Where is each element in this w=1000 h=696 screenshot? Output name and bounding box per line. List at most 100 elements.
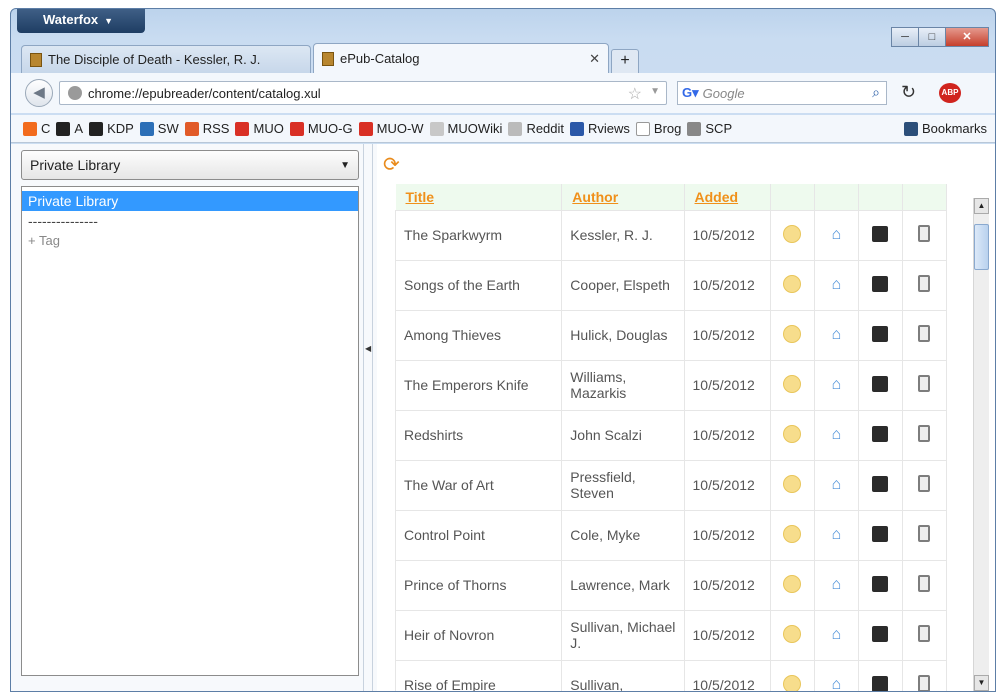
tag-button[interactable]: ⌂ xyxy=(813,609,859,661)
table-row[interactable]: Songs of the Earth Cooper, Elspeth 10/5/20… xyxy=(394,259,948,311)
pane-splitter[interactable]: ◀ xyxy=(363,144,373,691)
tab-disciple-of-death[interactable]: The Disciple of Death - Kessler, R. J. xyxy=(21,45,311,73)
save-button[interactable] xyxy=(857,659,903,691)
info-button[interactable] xyxy=(769,359,815,411)
table-row[interactable]: Redshirts John Scalzi 10/5/2012 ⌂ xyxy=(394,409,948,461)
delete-button[interactable] xyxy=(901,259,948,311)
bookmark-muo[interactable]: MUO xyxy=(235,121,284,136)
save-button[interactable] xyxy=(857,459,903,511)
delete-button[interactable] xyxy=(901,659,948,691)
delete-button[interactable] xyxy=(901,459,948,511)
info-button[interactable] xyxy=(769,459,815,511)
bookmark-reddit[interactable]: Reddit xyxy=(508,121,564,136)
save-button[interactable] xyxy=(857,509,903,561)
scroll-down-icon[interactable]: ▼ xyxy=(974,675,989,691)
tag-button[interactable]: ⌂ xyxy=(813,659,859,691)
bookmarks-menu-button[interactable]: Bookmarks xyxy=(903,121,987,136)
info-button[interactable] xyxy=(769,309,815,361)
book-title[interactable]: Rise of Empire xyxy=(394,659,563,691)
table-row[interactable]: The Emperors Knife Williams, Mazarkis 10/5… xyxy=(394,359,948,411)
info-button[interactable] xyxy=(769,409,815,461)
book-title[interactable]: Heir of Novron xyxy=(394,609,563,661)
tag-button[interactable]: ⌂ xyxy=(813,409,859,461)
table-row[interactable]: The War of Art Pressfield, Steven 10/5/201… xyxy=(394,459,948,511)
table-row[interactable]: Among Thieves Hulick, Douglas 10/5/2012 ⌂ xyxy=(394,309,948,361)
delete-button[interactable] xyxy=(901,359,948,411)
tag-button[interactable]: ⌂ xyxy=(813,309,859,361)
bookmark-scp[interactable]: SCP xyxy=(687,121,732,136)
save-button[interactable] xyxy=(857,359,903,411)
bookmark-rviews[interactable]: Rviews xyxy=(570,121,630,136)
tag-button[interactable]: ⌂ xyxy=(813,259,859,311)
back-button[interactable]: ◀ xyxy=(25,79,53,107)
book-title[interactable]: The Sparkwyrm xyxy=(394,209,563,261)
scroll-thumb[interactable] xyxy=(974,224,989,270)
tag-button[interactable]: ⌂ xyxy=(813,209,859,261)
column-header-author[interactable]: Author xyxy=(561,184,685,210)
library-select[interactable]: Private Library ▼ xyxy=(21,150,359,180)
info-button[interactable] xyxy=(769,559,815,611)
bookmark-brog[interactable]: Brog xyxy=(635,121,681,136)
column-header-added[interactable]: Added xyxy=(684,184,771,210)
save-button[interactable] xyxy=(857,209,903,261)
save-button[interactable] xyxy=(857,559,903,611)
table-row[interactable]: The Sparkwyrm Kessler, R. J. 10/5/2012 ⌂ xyxy=(394,209,948,261)
app-menu-button[interactable]: Waterfox ▼ xyxy=(17,9,145,33)
book-title[interactable]: The War of Art xyxy=(394,459,563,511)
delete-button[interactable] xyxy=(901,609,948,661)
book-title[interactable]: Prince of Thorns xyxy=(394,559,563,611)
url-bar[interactable]: chrome://epubreader/content/catalog.xul … xyxy=(59,81,667,105)
save-button[interactable] xyxy=(857,259,903,311)
table-row[interactable]: Prince of Thorns Lawrence, Mark 10/5/2012 ⌂ xyxy=(394,559,948,611)
table-row[interactable]: Heir of Novron Sullivan, Michael J. 10/5/2… xyxy=(394,609,948,661)
library-item-private[interactable]: Private Library xyxy=(22,191,358,211)
book-title[interactable]: Control Point xyxy=(394,509,563,561)
search-icon[interactable]: ⌕ xyxy=(872,84,880,101)
table-row[interactable]: Control Point Cole, Myke 10/5/2012 ⌂ xyxy=(394,509,948,561)
bookmark-star-icon[interactable]: ☆ xyxy=(628,84,642,104)
bookmark-rss[interactable]: RSS xyxy=(184,121,229,136)
info-button[interactable] xyxy=(769,259,815,311)
refresh-icon[interactable]: ⟳ xyxy=(383,152,400,177)
google-icon[interactable]: G▾ xyxy=(682,85,699,101)
tag-button[interactable]: ⌂ xyxy=(813,559,859,611)
tag-button[interactable]: ⌂ xyxy=(813,509,859,561)
bookmark-muo-g[interactable]: MUO-G xyxy=(289,121,353,136)
book-title[interactable]: Redshirts xyxy=(394,409,563,461)
info-button[interactable] xyxy=(769,609,815,661)
bookmark-a[interactable]: A xyxy=(56,121,83,136)
delete-button[interactable] xyxy=(901,309,948,361)
add-tag-item[interactable]: + Tag xyxy=(22,231,358,251)
bookmark-c[interactable]: C xyxy=(23,121,50,136)
bookmark-muowiki[interactable]: MUOWiki xyxy=(429,121,502,136)
delete-button[interactable] xyxy=(901,509,948,561)
info-button[interactable] xyxy=(769,659,815,691)
column-header-title[interactable]: Title xyxy=(395,184,563,210)
bookmark-kdp[interactable]: KDP xyxy=(89,121,134,136)
delete-button[interactable] xyxy=(901,559,948,611)
new-tab-button[interactable]: + xyxy=(611,49,639,73)
save-button[interactable] xyxy=(857,409,903,461)
book-title[interactable]: Songs of the Earth xyxy=(394,259,563,311)
scroll-up-icon[interactable]: ▲ xyxy=(974,198,989,214)
book-title[interactable]: Among Thieves xyxy=(394,309,563,361)
bookmark-muo-w[interactable]: MUO-W xyxy=(358,121,424,136)
tag-button[interactable]: ⌂ xyxy=(813,359,859,411)
tab-epub-catalog[interactable]: ePub-Catalog ✕ xyxy=(313,43,609,73)
info-button[interactable] xyxy=(769,209,815,261)
book-title[interactable]: The Emperors Knife xyxy=(394,359,563,411)
tag-button[interactable]: ⌂ xyxy=(813,459,859,511)
search-bar[interactable]: G▾ Google ⌕ xyxy=(677,81,887,105)
bookmark-sw[interactable]: SW xyxy=(139,121,179,136)
reload-icon[interactable]: ↻ xyxy=(901,82,916,103)
delete-button[interactable] xyxy=(901,209,948,261)
vertical-scrollbar[interactable]: ▲ ▼ xyxy=(973,198,989,691)
save-button[interactable] xyxy=(857,609,903,661)
info-button[interactable] xyxy=(769,509,815,561)
adblock-icon[interactable]: ABP xyxy=(939,83,961,103)
url-history-dropdown-icon[interactable]: ▼ xyxy=(650,86,660,97)
delete-button[interactable] xyxy=(901,409,948,461)
close-tab-icon[interactable]: ✕ xyxy=(579,51,600,67)
table-row[interactable]: Rise of Empire Sullivan, 10/5/2012 ⌂ xyxy=(394,659,948,691)
save-button[interactable] xyxy=(857,309,903,361)
